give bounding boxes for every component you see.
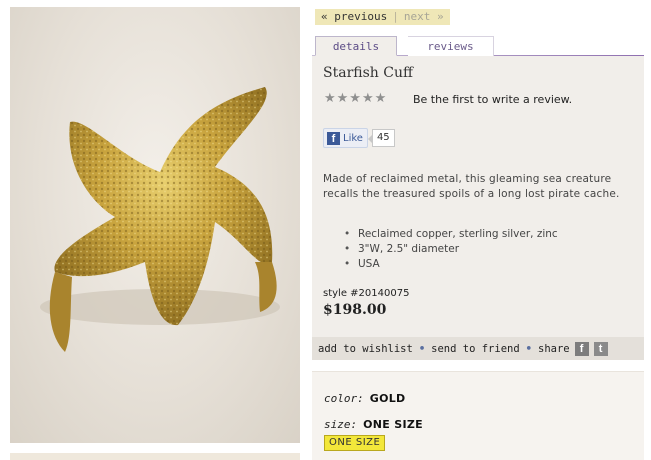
send-to-friend-link[interactable]: send to friend [431,343,520,355]
product-pager: « previous | next » [315,9,450,25]
size-option: size: ONE SIZE [324,418,423,431]
action-separator: • [418,342,426,355]
add-to-wishlist-link[interactable]: add to wishlist [318,343,413,355]
action-separator: • [525,342,532,355]
color-option: color: GOLD [324,392,405,405]
feature-list: Reclaimed copper, sterling silver, zinc … [344,227,558,272]
facebook-like-widget: f Like 45 [323,128,395,148]
write-review-link[interactable]: Be the first to write a review. [413,93,572,106]
share-label: share [538,342,570,355]
color-value: GOLD [369,392,406,405]
product-description: Made of reclaimed metal, this gleaming s… [323,173,620,200]
facebook-f-icon: f [327,131,340,145]
action-bar: add to wishlist • send to friend • share… [312,337,644,360]
star-rating[interactable]: ★★★★★ [324,91,387,106]
style-number: style #20140075 [323,288,410,299]
tab-reviews[interactable]: reviews [408,36,494,56]
tab-details[interactable]: details [315,36,397,56]
previous-link[interactable]: « previous [321,10,387,23]
next-link[interactable]: next » [404,10,444,23]
size-choice-button[interactable]: ONE SIZE [324,435,386,451]
size-label: size: [324,418,358,431]
facebook-like-label: Like [343,132,363,144]
feature-item: USA [344,257,558,272]
product-tabs: details reviews [312,36,644,56]
size-value: ONE SIZE [363,418,423,431]
product-image[interactable] [10,7,300,443]
pager-separator: | [392,10,399,23]
twitter-icon[interactable]: t [593,341,608,356]
product-price: $198.00 [323,302,387,318]
facebook-icon[interactable]: f [574,341,589,356]
options-panel: color: GOLD size: ONE SIZE ONE SIZE [312,371,644,460]
details-panel: Starfish Cuff ★★★★★ Be the first to writ… [312,56,644,337]
thumbnail-strip [10,453,300,460]
starfish-cuff-illustration [40,87,280,352]
feature-item: 3"W, 2.5" diameter [344,242,558,257]
product-title: Starfish Cuff [323,65,413,81]
facebook-like-count: 45 [367,129,395,147]
facebook-like-button[interactable]: f Like [323,128,368,148]
color-label: color: [324,392,364,405]
feature-item: Reclaimed copper, sterling silver, zinc [344,227,558,242]
